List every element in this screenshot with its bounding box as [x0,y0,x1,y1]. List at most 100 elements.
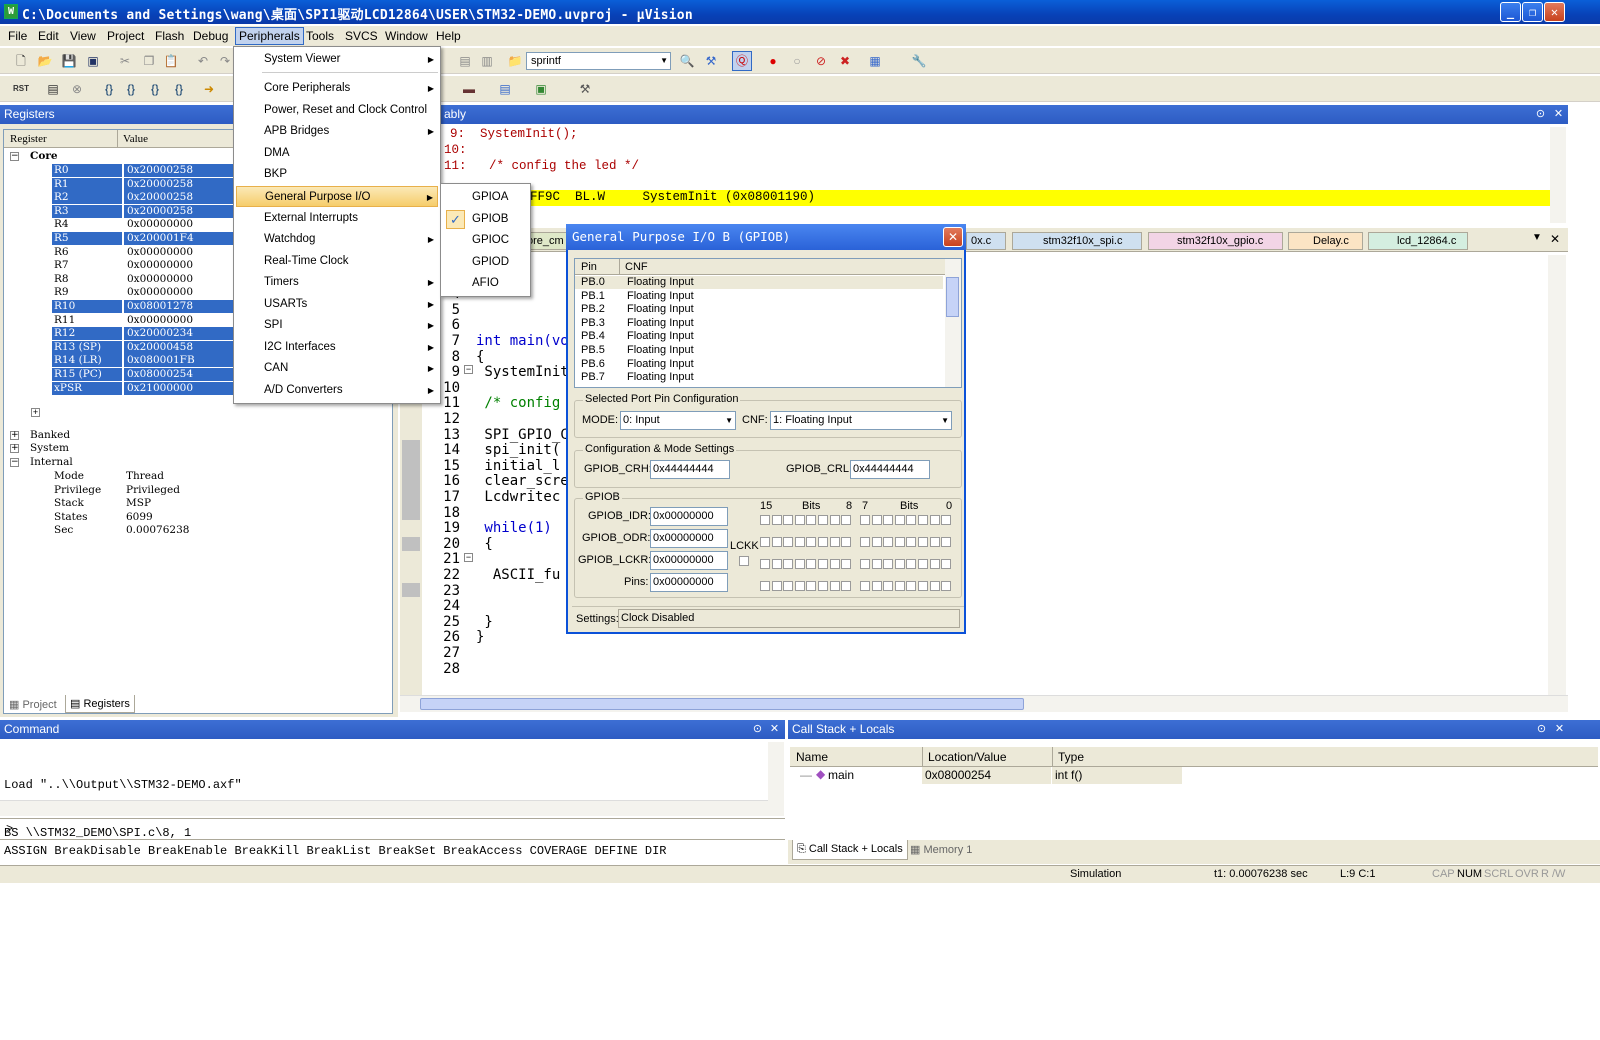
analysis-window-icon[interactable]: ▣ [532,80,550,98]
bit-checkbox[interactable] [783,559,794,569]
collapse-icon[interactable]: − [10,152,19,161]
menu-item[interactable]: Timers ▶ [236,272,438,293]
redo-icon[interactable]: ↷ [216,52,234,70]
register-row[interactable]: R12 0x20000234 [4,327,244,341]
menu-item[interactable]: USARTs ▶ [236,294,438,315]
bit-checkbox[interactable] [841,537,852,547]
open-file-icon[interactable]: 📂 [36,52,54,70]
pin-list-thumb[interactable] [946,277,959,317]
register-row[interactable]: R3 0x20000258 [4,204,244,218]
bit-checkbox[interactable] [906,515,917,525]
undo-icon[interactable]: ↶ [194,52,212,70]
register-row[interactable]: R9 0x00000000 [4,286,244,299]
bit-checkbox[interactable] [918,559,928,569]
menu-item[interactable]: Watchdog ▶ [236,229,438,250]
hscroll-thumb[interactable] [420,698,1024,710]
command-input[interactable]: > [0,818,785,840]
window-layout-icon[interactable]: ▦ [866,52,884,70]
menu-item[interactable]: Power, Reset and Clock Control [236,100,438,121]
bit-checkbox[interactable] [794,537,805,547]
register-row[interactable]: R5 0x200001F4 [4,232,244,245]
bit-checkbox[interactable] [760,515,770,525]
fold-icon[interactable]: − [464,553,473,562]
tab-memory[interactable]: ▦ Memory 1 [910,843,972,856]
chevron-down-icon[interactable]: ▼ [660,53,668,69]
close-disassembly-icon[interactable]: ✕ [1551,107,1566,122]
submenu-item[interactable]: GPIOA [443,187,528,208]
lckr-field[interactable]: 0x00000000 [650,551,728,570]
kill-all-breakpoints-icon[interactable]: ✖ [836,52,854,70]
menu-flash[interactable]: Flash [155,29,184,43]
callstack-row[interactable]: — ◆ main 0x08000254 int f() [790,767,1182,784]
tab-registers[interactable]: ▤ Registers [65,695,135,713]
tab-delay-c[interactable]: Delay.c [1288,232,1363,250]
menu-debug[interactable]: Debug [193,29,228,43]
menu-item[interactable]: I2C Interfaces ▶ [236,337,438,358]
submenu-item[interactable]: GPIOC [443,230,528,251]
tree-node-internal[interactable]: − Internal [4,456,384,469]
pin-row[interactable]: PB.4 Floating Input [575,330,943,343]
menu-view[interactable]: View [70,29,96,43]
pin-row[interactable]: PB.2 Floating Input [575,303,943,316]
insert-breakpoint-icon[interactable]: ● [764,52,782,70]
bit-checkbox[interactable] [941,559,952,569]
bit-checkbox[interactable] [906,559,917,569]
menu-file[interactable]: File [8,29,27,43]
bit-checkbox[interactable] [894,537,905,547]
menu-item[interactable]: Core Peripherals ▶ [236,78,438,99]
crl-field[interactable]: 0x44444444 [850,460,930,479]
expand-icon[interactable]: + [31,408,40,417]
bit-checkbox[interactable] [771,559,782,569]
pin-icon[interactable]: ⊙ [750,722,765,737]
unindent-icon[interactable]: ▥ [478,52,496,70]
col-cnf[interactable]: CNF [625,261,648,273]
bit-checkbox[interactable] [841,515,852,525]
tab-stm32f10x-gpio[interactable]: stm32f10x_gpio.c [1148,232,1283,250]
close-callstack-icon[interactable]: ✕ [1552,722,1567,737]
command-hscrollbar[interactable] [0,800,768,816]
maximize-button[interactable]: ❐ [1522,2,1543,22]
bit-checkbox[interactable] [806,515,817,525]
collapse-icon[interactable]: − [10,458,19,467]
tab-project[interactable]: ▦ Project [5,696,61,713]
pin-row[interactable]: PB.0 Floating Input [575,276,943,289]
bit-checkbox[interactable] [871,515,882,525]
save-all-icon[interactable]: ▣ [84,52,102,70]
pin-row[interactable]: PB.3 Floating Input [575,317,943,330]
idr-field[interactable]: 0x00000000 [650,507,728,526]
cnf-select[interactable]: 1: Floating Input ▼ [770,411,952,430]
tab-list-icon[interactable]: ▼ [1532,232,1542,243]
step-out-icon[interactable]: {} [146,80,164,98]
disasm-scrollbar[interactable] [1550,127,1566,223]
register-row[interactable]: xPSR 0x21000000 [4,381,244,395]
debug-session-icon[interactable]: Ⓠ [732,51,752,71]
reset-icon[interactable]: RST [12,80,30,98]
menu-item[interactable]: CAN ▶ [236,358,438,379]
col-register[interactable]: Register [10,133,47,145]
disable-all-breakpoints-icon[interactable]: ⊘ [812,52,830,70]
bit-checkbox[interactable] [760,559,770,569]
menu-item[interactable]: External Interrupts [236,208,438,229]
menu-item[interactable]: A/D Converters ▶ [236,380,438,401]
bit-checkbox[interactable] [806,537,817,547]
bit-checkbox[interactable] [829,559,840,569]
bit-checkbox[interactable] [941,581,952,591]
menu-help[interactable]: Help [436,29,461,43]
bit-checkbox[interactable] [829,515,840,525]
register-row[interactable]: R13 (SP) 0x20000458 [4,340,244,354]
internal-row[interactable]: Privilege Privileged [4,484,384,497]
expand-icon[interactable]: + [10,444,19,453]
tree-node-system[interactable]: + System [4,442,384,455]
internal-row[interactable]: Stack MSP [4,497,384,510]
menu-window[interactable]: Window [385,29,428,43]
step-into-icon[interactable]: {} [100,80,118,98]
find-in-files-icon[interactable]: 📁 [506,52,524,70]
bit-checkbox[interactable] [783,515,794,525]
new-file-icon[interactable]: 🗋 [12,52,30,70]
bit-checkbox[interactable] [918,537,928,547]
toolbox-icon[interactable]: ⚒ [576,80,594,98]
bit-checkbox[interactable] [841,581,852,591]
menu-project[interactable]: Project [107,29,144,43]
bit-checkbox[interactable] [783,581,794,591]
bit-checkbox[interactable] [894,581,905,591]
